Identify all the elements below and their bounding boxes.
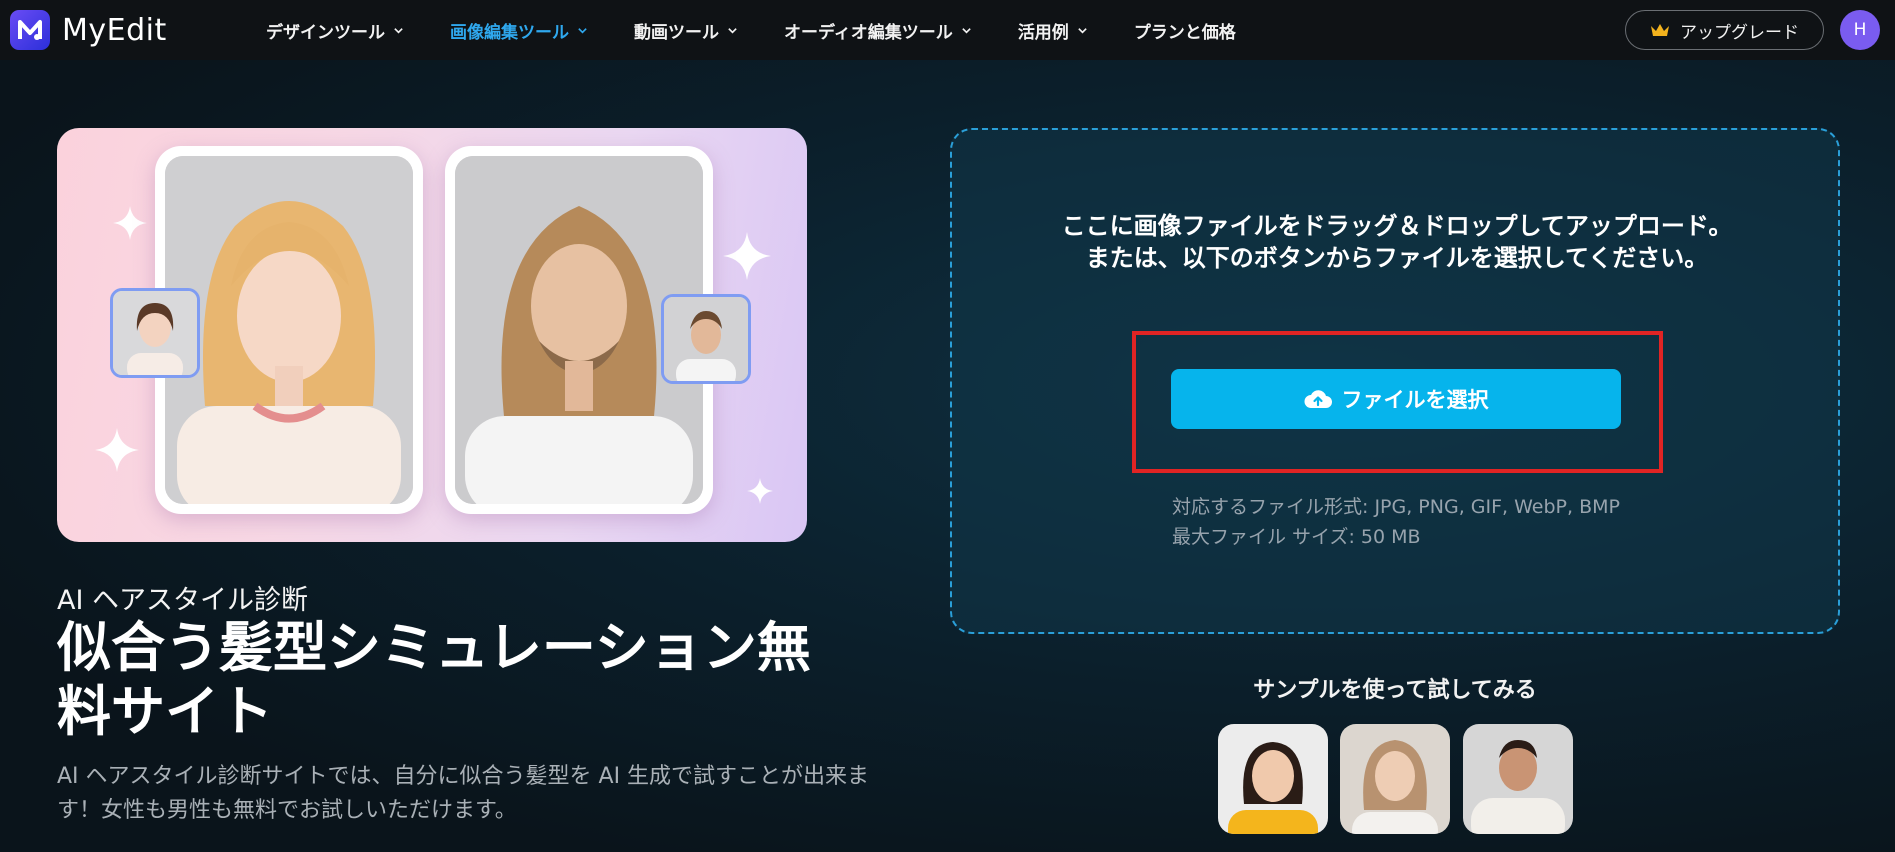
crown-icon	[1651, 24, 1669, 36]
nav-item-label: デザインツール	[266, 22, 385, 43]
file-requirements: 対応するファイル形式: JPG, PNG, GIF, WebP, BMP 最大フ…	[1172, 492, 1620, 552]
hero-illustration	[57, 128, 807, 542]
sample-image-woman-yellow[interactable]	[1218, 724, 1328, 834]
supported-formats: 対応するファイル形式: JPG, PNG, GIF, WebP, BMP	[1172, 496, 1620, 518]
nav-item-image-edit-tools[interactable]: 画像編集ツール	[450, 18, 588, 43]
sample-image-man-sweater[interactable]	[1463, 724, 1573, 834]
hero-eyebrow: AI ヘアスタイル診断	[57, 585, 309, 616]
woman-original-thumbnail	[110, 288, 200, 378]
logo[interactable]: MyEdit	[10, 10, 167, 50]
samples-heading: サンプルを使って試してみる	[1253, 678, 1537, 703]
cloud-upload-icon	[1304, 390, 1332, 408]
chevron-down-icon	[578, 27, 587, 34]
upgrade-label: アップグレード	[1680, 22, 1799, 43]
upload-instructions: ここに画像ファイルをドラッグ＆ドロップしてアップロード。または、以下のボタンから…	[1061, 212, 1733, 272]
nav-item-video-tools[interactable]: 動画ツール	[634, 18, 738, 43]
upload-dropzone[interactable]: ここに画像ファイルをドラッグ＆ドロップしてアップロード。または、以下のボタンから…	[950, 128, 1840, 634]
woman-portrait-image	[165, 156, 413, 504]
sample-image-woman-blonde[interactable]	[1340, 724, 1450, 834]
chevron-down-icon	[728, 27, 737, 34]
top-navigation: MyEdit デザインツール 画像編集ツール 動画ツール オーディオ編集ツール …	[0, 0, 1895, 60]
nav-item-label: オーディオ編集ツール	[784, 22, 953, 43]
nav-item-label: プランと価格	[1133, 22, 1236, 43]
nav-item-audio-edit-tools[interactable]: オーディオ編集ツール	[784, 18, 972, 43]
chevron-down-icon	[962, 27, 971, 34]
nav-item-label: 動画ツール	[634, 22, 719, 43]
man-original-thumbnail	[661, 294, 751, 384]
chevron-down-icon	[1078, 27, 1087, 34]
sparkle-icon	[747, 478, 773, 504]
user-avatar[interactable]: H	[1840, 10, 1880, 50]
nav-item-label: 活用例	[1017, 22, 1069, 43]
nav-item-design-tools[interactable]: デザインツール	[266, 18, 404, 43]
sparkle-icon	[95, 428, 139, 472]
hero-description: AI ヘアスタイル診断サイトでは、自分に似合う髪型を AI 生成で試すことが出来…	[57, 764, 870, 823]
sparkle-icon	[723, 232, 771, 280]
upgrade-button[interactable]: アップグレード	[1625, 10, 1824, 50]
sparkle-icon	[113, 206, 147, 240]
nav-item-use-cases[interactable]: 活用例	[1018, 18, 1088, 43]
nav-item-pricing[interactable]: プランと価格	[1134, 18, 1236, 43]
brand-name: MyEdit	[62, 12, 167, 48]
nav-menu: デザインツール 画像編集ツール 動画ツール オーディオ編集ツール 活用例 プラン…	[266, 0, 1282, 60]
nav-item-label: 画像編集ツール	[450, 22, 569, 43]
select-file-label: ファイルを選択	[1341, 388, 1489, 412]
max-file-size: 最大ファイル サイズ: 50 MB	[1172, 526, 1421, 548]
chevron-down-icon	[394, 27, 403, 34]
myedit-logo-icon	[10, 10, 50, 50]
select-file-button[interactable]: ファイルを選択	[1171, 369, 1621, 429]
page-title: 似合う髪型シミュレーション無料サイト	[57, 616, 811, 743]
